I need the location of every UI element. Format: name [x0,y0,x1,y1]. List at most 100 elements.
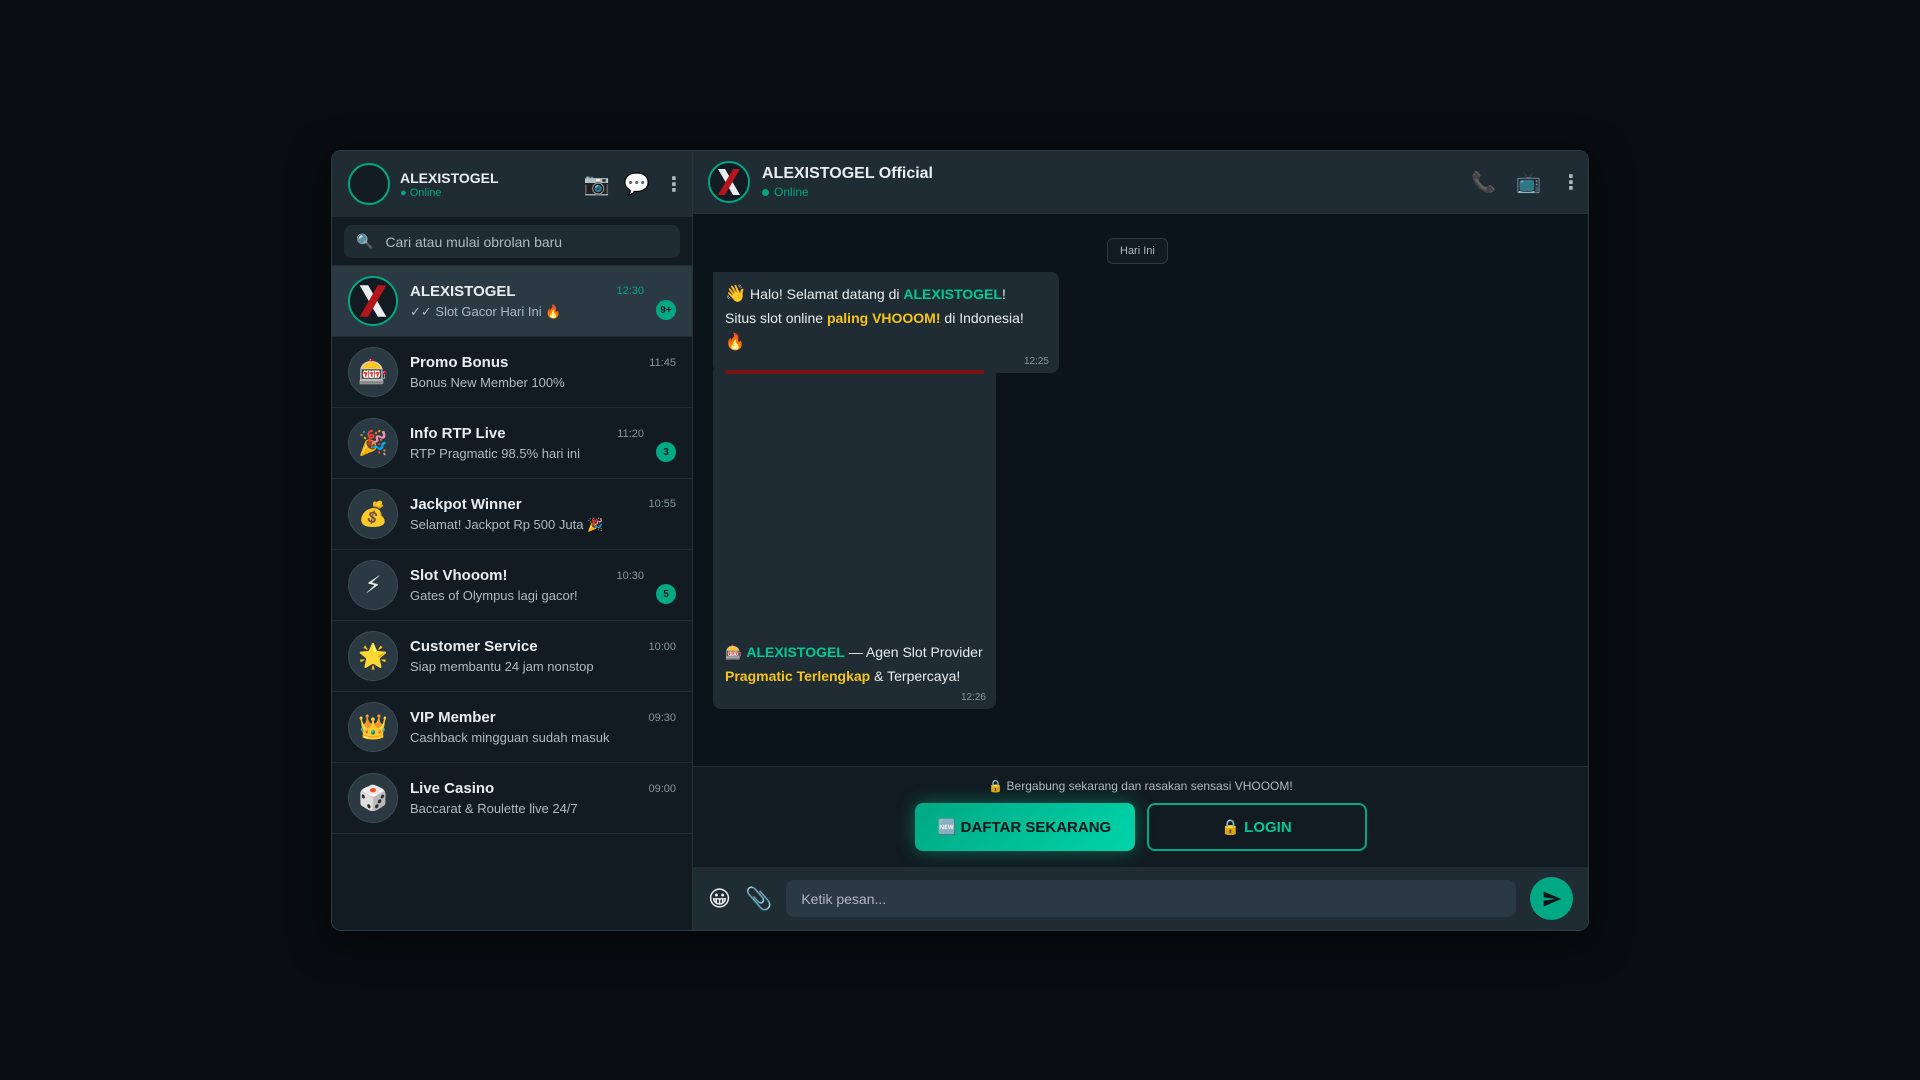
menu-icon[interactable]: ⋮ [664,172,684,197]
register-button[interactable]: 🆕 DAFTAR SEKARANG [914,803,1135,851]
message-bubble-promo: 🎰 ALEXISTOGEL — Agen Slot Provider Pragm… [713,364,996,709]
brand-highlight: ALEXISTOGEL [903,286,1002,302]
message-time: 12:26 [960,692,986,703]
chat-preview: Selamat! Jackpot Rp 500 Juta 🎉 [410,516,604,532]
chat-time: 09:30 [648,711,676,724]
sidebar-header-actions: 📷 💬 ⋮ [584,172,684,197]
chat-item-body: Info RTP Live 11:20 RTP Pragmatic 98.5% ha… [410,425,644,461]
profile-avatar[interactable] [348,163,390,205]
chat-preview: Baccarat & Roulette live 24/7 [410,801,578,816]
chat-time: 10:55 [648,498,676,510]
chat-preview: Bonus New Member 100% [410,375,565,390]
chat-item-header: Promo Bonus 11:45 [410,354,676,371]
chat-item-header: VIP Member 09:30 [410,709,676,726]
chat-item-body: Slot Vhooom! 10:30 Gates of Olympus lagi g… [410,567,644,603]
chat-name: Info RTP Live [410,425,506,442]
message-line: 👋 Halo! Selamat datang di ALEXISTOGEL! [725,282,1047,306]
conversation-avatar[interactable] [708,161,750,203]
search-box: 🔍 [344,225,680,258]
chat-avatar: 🎰 [348,347,398,397]
conversation-status: Online [762,185,1471,199]
message-line: Pragmatic Terlengkap & Terpercaya! [725,664,984,688]
send-button[interactable] [1530,877,1573,920]
chat-item-header: Live Casino 09:00 [410,780,676,797]
gold-highlight: Pragmatic Terlengkap [725,668,871,684]
chat-list-item[interactable]: 💰 Jackpot Winner 10:55 Selamat! Jackpot Rp … [332,479,692,550]
chat-item-body: Promo Bonus 11:45 Bonus New Member 100% [410,354,676,390]
chat-time: 10:30 [616,569,644,582]
message-input[interactable] [786,880,1516,917]
chat-preview: Cashback mingguan sudah masuk [410,730,610,745]
chat-item-body: VIP Member 09:30 Cashback mingguan sudah m… [410,709,676,745]
profile-status: ● Online [400,186,442,199]
chat-icon[interactable]: 💬 [624,174,650,195]
chat-item-body: Customer Service 10:00 Siap membantu 24 ja… [410,638,676,674]
message-text: di Indonesia! [940,310,1024,326]
chat-app-window: ALEXISTOGEL ● Online 📷 💬 ⋮ 🔍 ALEXISTOGEL… [331,150,1589,931]
conversation-menu-icon[interactable]: ⋮ [1561,170,1581,195]
chat-name: ALEXISTOGEL [410,282,516,300]
chat-item-header: Customer Service 10:00 [410,638,676,655]
emoji-icon[interactable]: 😀 [708,886,731,912]
conversation-info: ALEXISTOGEL Official Online [762,165,1471,199]
login-button[interactable]: 🔒 LOGIN [1146,803,1367,851]
chat-name: Customer Service [410,638,538,655]
chat-list: ALEXISTOGEL 12:30 ✓✓ Slot Gacor Hari Ini 🔥… [332,266,692,930]
brand-logo-icon [350,278,396,324]
chat-list-item[interactable]: 🌟 Customer Service 10:00 Siap membantu 24 j… [332,621,692,692]
camera-icon[interactable]: 📷 [584,174,610,195]
conversation-status-text: Online [774,185,809,199]
chat-list-item[interactable]: 👑 VIP Member 09:30 Cashback mingguan sudah … [332,692,692,763]
search-bar: 🔍 [332,217,692,266]
chat-list-item[interactable]: ⚡ Slot Vhooom! 10:30 Gates of Olympus lagi … [332,550,692,621]
message-text: Situs slot online [725,310,827,326]
chat-preview: Gates of Olympus lagi gacor! [410,588,578,603]
conversation-actions: 📞 📺 ⋮ [1471,170,1581,195]
wave-icon: 👋 [725,284,747,303]
chat-name: VIP Member [410,709,496,726]
brand-highlight: ALEXISTOGEL [746,644,845,660]
attach-icon[interactable]: 📎 [745,886,772,912]
conversation-pane: ALEXISTOGEL Official Online 📞 📺 ⋮ Hari I… [693,151,1588,930]
cta-buttons: 🆕 DAFTAR SEKARANG 🔒 LOGIN [914,803,1367,851]
chat-preview: ✓✓ Slot Gacor Hari Ini 🔥 [410,303,562,319]
chat-avatar: 🎲 [348,773,398,823]
chat-time: 10:00 [648,640,676,653]
chat-list-item[interactable]: 🎉 Info RTP Live 11:20 RTP Pragmatic 98.5% h… [332,408,692,479]
chat-preview: RTP Pragmatic 98.5% hari ini [410,446,581,461]
sidebar: ALEXISTOGEL ● Online 📷 💬 ⋮ 🔍 ALEXISTOGEL… [332,151,693,930]
message-bubble-welcome: 👋 Halo! Selamat datang di ALEXISTOGEL! S… [713,272,1059,373]
chat-avatar: ⚡ [348,560,398,610]
phone-icon[interactable]: 📞 [1471,170,1496,195]
slot-machine-icon: 🎰 [725,644,743,660]
promo-image[interactable] [725,370,984,640]
chat-item-header: Info RTP Live 11:20 [410,425,644,442]
profile-name: ALEXISTOGEL [400,169,499,186]
chat-avatar: 🎉 [348,418,398,468]
chat-time: 11:45 [649,356,676,369]
date-chip: Hari Ini [1107,238,1168,264]
chat-avatar: 👑 [348,702,398,752]
video-call-icon[interactable]: 📺 [1516,170,1541,195]
online-dot-icon [762,188,769,196]
chat-list-item[interactable]: 🎰 Promo Bonus 11:45 Bonus New Member 100% [332,337,692,408]
gold-highlight: paling VHOOOM! [826,310,941,326]
cta-bar: 🔒 Bergabung sekarang dan rasakan sensasi… [693,766,1588,867]
message-line: Situs slot online paling VHOOOM! di Indo… [725,306,1047,355]
chat-avatar: 💰 [348,489,398,539]
chat-list-item[interactable]: 🎲 Live Casino 09:00 Baccarat & Roulette liv… [332,763,692,834]
search-input[interactable] [385,233,668,250]
chat-preview: Siap membantu 24 jam nonstop [410,659,594,674]
chat-avatar: 🌟 [348,631,398,681]
chat-list-item[interactable]: ALEXISTOGEL 12:30 ✓✓ Slot Gacor Hari Ini 🔥… [332,266,692,337]
profile-info: ALEXISTOGEL ● Online [400,170,584,199]
chat-time: 09:00 [648,782,676,795]
message-text: Halo! Selamat datang di [746,286,904,302]
message-time: 12:25 [1023,356,1049,367]
conversation-name: ALEXISTOGEL Official [762,165,933,182]
unread-badge: 3 [656,442,676,462]
message-line: 🎰 ALEXISTOGEL — Agen Slot Provider [725,640,984,664]
fire-icon: 🔥 [725,334,745,351]
send-icon [1543,891,1561,906]
conversation-header: ALEXISTOGEL Official Online 📞 📺 ⋮ [693,151,1588,214]
